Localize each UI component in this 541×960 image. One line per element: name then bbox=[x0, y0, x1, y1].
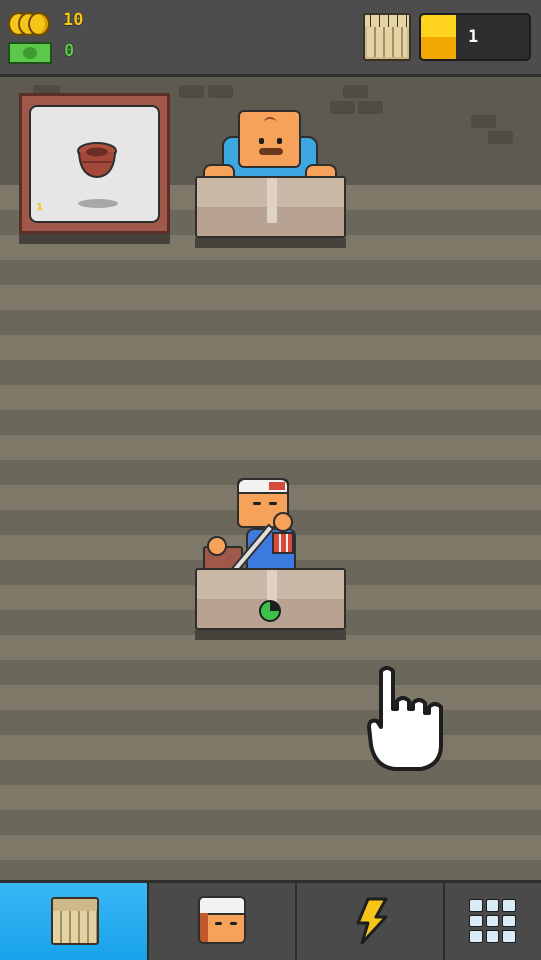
store-level-progress[interactable]: 1 bbox=[419, 13, 531, 61]
lightning-icon bbox=[356, 897, 388, 945]
worker-icon bbox=[198, 896, 246, 944]
clay-pot-icon bbox=[77, 142, 117, 179]
store-icon bbox=[51, 897, 99, 945]
item-shadow bbox=[78, 199, 118, 208]
grid-menu-icon bbox=[469, 899, 516, 943]
display-case-window bbox=[29, 105, 160, 223]
tab-menu[interactable] bbox=[445, 883, 541, 960]
cash-icon bbox=[8, 42, 52, 64]
tab-boost[interactable] bbox=[297, 883, 445, 960]
display-case[interactable]: 1 bbox=[19, 93, 170, 234]
tab-workers[interactable] bbox=[149, 883, 297, 960]
cash-count: 0 bbox=[63, 41, 75, 62]
tap-hand-icon bbox=[367, 666, 443, 771]
timer-icon bbox=[259, 600, 281, 622]
display-case-count: 1 bbox=[36, 202, 43, 213]
progress-fill bbox=[421, 15, 456, 59]
bottom-tab-bar bbox=[0, 880, 541, 960]
shop-counter bbox=[195, 176, 346, 238]
work-counter-shadow bbox=[195, 630, 346, 640]
store-icon[interactable] bbox=[363, 13, 411, 61]
tab-store[interactable] bbox=[0, 883, 149, 960]
coins-count: 10 bbox=[62, 10, 84, 31]
store-level: 1 bbox=[467, 27, 479, 48]
counter-shadow bbox=[195, 238, 346, 248]
top-hud: 10 0 1 bbox=[0, 0, 541, 77]
display-case-shadow bbox=[19, 234, 170, 244]
